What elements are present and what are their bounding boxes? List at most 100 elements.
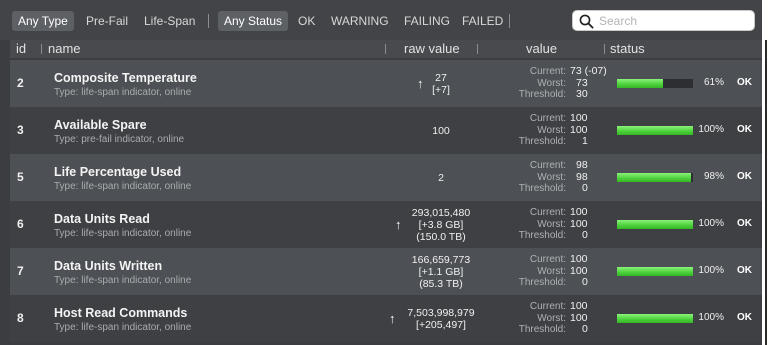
table-row[interactable]: 7 Data Units Written Type: life-span indic…	[10, 248, 762, 295]
value-label-threshold: Threshold:	[518, 230, 566, 241]
value-current: 98	[576, 159, 588, 171]
attribute-name: Life Percentage Used	[54, 165, 182, 179]
trend-up-icon: ↑	[389, 311, 396, 326]
attribute-type: Type: life-span indicator, online	[54, 275, 192, 286]
table-row[interactable]: 2 Composite Temperature Type: life-span in…	[10, 60, 762, 107]
filter-warning[interactable]: WARNING	[325, 11, 395, 31]
search-icon	[579, 14, 594, 29]
attribute-id: 5	[17, 170, 24, 184]
status-text: OK	[737, 218, 752, 229]
value-label-current: Current:	[529, 207, 566, 218]
column-header-id[interactable]: id	[16, 40, 26, 58]
value-label-worst: Worst:	[537, 312, 566, 324]
value-threshold: 0	[582, 229, 588, 241]
value-current: 100	[570, 206, 588, 218]
search-box[interactable]	[572, 10, 755, 31]
table-row[interactable]: 8 Host Read Commands Type: life-span indic…	[10, 295, 762, 342]
column-header-raw-value[interactable]: raw value	[404, 40, 460, 58]
value-threshold: 0	[582, 323, 588, 335]
filter-failing[interactable]: FAILING	[398, 11, 456, 31]
window-border	[765, 40, 767, 345]
column-divider	[41, 44, 42, 54]
health-percent: 100%	[698, 265, 724, 276]
attribute-id: 8	[17, 311, 24, 325]
status-text: OK	[737, 312, 752, 323]
trend-up-icon: ↑	[417, 76, 424, 91]
value-label-worst: Worst:	[537, 124, 566, 136]
value-threshold: 0	[582, 276, 588, 288]
attribute-id: 6	[17, 217, 24, 231]
value-threshold: 30	[576, 88, 588, 100]
attribute-name: Data Units Read	[54, 212, 150, 226]
search-input[interactable]	[599, 13, 749, 28]
column-divider	[477, 44, 478, 54]
column-header-name[interactable]: name	[48, 40, 81, 58]
attribute-id: 3	[17, 123, 24, 137]
attribute-name: Available Spare	[54, 118, 147, 132]
column-header-value[interactable]: value	[526, 40, 557, 58]
attribute-id: 7	[17, 264, 24, 278]
status-text: OK	[737, 171, 752, 182]
health-percent: 100%	[698, 124, 724, 135]
column-header-status[interactable]: status	[610, 40, 645, 58]
value-label-current: Current:	[529, 113, 566, 124]
filter-life-span[interactable]: Life-Span	[138, 11, 201, 31]
raw-value-line: [+205,497]	[416, 319, 466, 331]
raw-value-line: 27	[435, 72, 447, 84]
value-label-current: Current:	[529, 301, 566, 312]
value-label-threshold: Threshold:	[518, 89, 566, 100]
value-current: 100	[570, 300, 588, 312]
raw-value-line: 100	[432, 125, 450, 137]
filter-pre-fail[interactable]: Pre-Fail	[80, 11, 134, 31]
value-label-current: Current:	[529, 160, 566, 171]
raw-value-line: 166,659,773	[411, 254, 471, 266]
value-label-current: Current:	[529, 66, 566, 77]
value-label-worst: Worst:	[537, 77, 566, 89]
value-label-current: Current:	[529, 254, 566, 265]
table-row[interactable]: 3 Available Spare Type: pre-fail indicator…	[10, 107, 762, 154]
raw-value-line: [+3.8 GB]	[418, 219, 464, 231]
health-bar	[617, 314, 693, 323]
health-bar-fill	[617, 79, 664, 88]
value-current: 100	[570, 112, 588, 124]
attribute-type: Type: life-span indicator, online	[54, 322, 192, 333]
raw-value-line: [+7]	[432, 84, 450, 96]
column-divider	[385, 44, 386, 54]
column-divider	[604, 44, 605, 54]
health-bar-fill	[617, 173, 692, 182]
health-bar	[617, 173, 693, 182]
attribute-id: 2	[17, 76, 24, 90]
status-text: OK	[737, 265, 752, 276]
trend-up-icon: ↑	[395, 217, 402, 232]
attribute-name: Data Units Written	[54, 259, 163, 273]
status-text: OK	[737, 77, 752, 88]
health-bar	[617, 220, 693, 229]
value-label-threshold: Threshold:	[518, 324, 566, 335]
health-bar-fill	[617, 267, 693, 276]
filter-failed[interactable]: FAILED	[456, 11, 509, 31]
table-row[interactable]: 5 Life Percentage Used Type: life-span ind…	[10, 154, 762, 201]
health-percent: 100%	[698, 218, 724, 229]
filter-ok[interactable]: OK	[292, 11, 321, 31]
raw-value-line: (85.3 TB)	[419, 278, 463, 290]
attribute-type: Type: life-span indicator, online	[54, 228, 192, 239]
value-threshold: 1	[582, 135, 588, 147]
health-percent: 98%	[703, 171, 724, 182]
filter-any-type[interactable]: Any Type	[12, 11, 74, 31]
value-label-worst: Worst:	[537, 218, 566, 230]
value-label-worst: Worst:	[537, 265, 566, 277]
filter-any-status[interactable]: Any Status	[218, 11, 289, 31]
attribute-type: Type: life-span indicator, online	[54, 181, 192, 192]
health-bar	[617, 267, 693, 276]
health-bar-fill	[617, 314, 693, 323]
table-row[interactable]: 6 Data Units Read Type: life-span indicato…	[10, 201, 762, 248]
health-bar-fill	[617, 220, 693, 229]
attribute-type: Type: pre-fail indicator, online	[54, 134, 185, 145]
status-text: OK	[737, 124, 752, 135]
smart-attributes-panel: Any Type Pre-Fail Life-Span Any Status O…	[0, 0, 762, 345]
raw-value-line: 2	[438, 172, 444, 184]
health-bar	[617, 79, 693, 88]
health-percent: 61%	[703, 77, 724, 88]
filter-toolbar: Any Type Pre-Fail Life-Span Any Status O…	[0, 0, 762, 40]
raw-value-line: 7,503,998,979	[407, 307, 475, 319]
